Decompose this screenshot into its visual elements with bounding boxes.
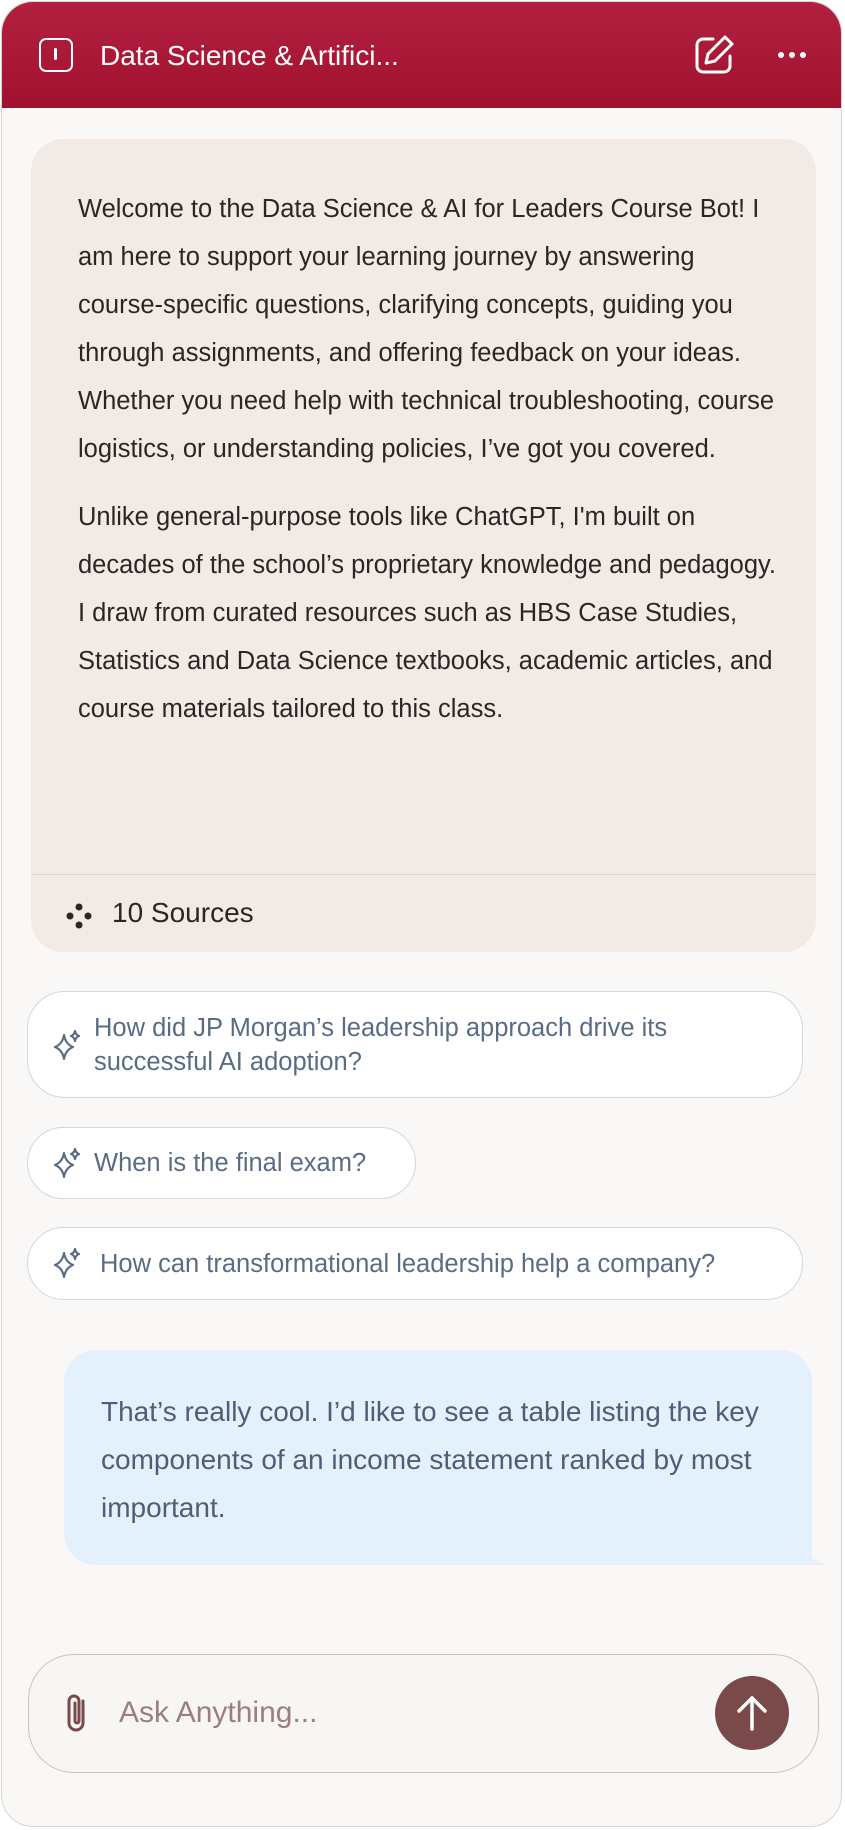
more-options-icon[interactable] [772,38,812,72]
sources-icon [66,903,92,929]
suggestion-chip[interactable]: When is the final exam? [27,1127,416,1199]
suggestion-chip[interactable]: How did JP Morgan’s leadership approach … [27,991,803,1098]
suggestion-text: How can transformational leadership help… [100,1250,716,1278]
bot-message-text: Welcome to the Data Science & AI for Lea… [78,185,778,733]
sparkle-icon [52,1147,82,1179]
composer [28,1654,819,1773]
user-message-text: That’s really cool. I’d like to see a ta… [101,1396,759,1523]
message-input[interactable] [117,1689,601,1737]
sources-label: 10 Sources [112,897,254,928]
suggestion-text: When is the final exam? [94,1149,367,1177]
chat-title: Data Science & Artifici... [100,40,399,71]
sources-button[interactable]: 10 Sources [31,874,816,952]
suggestion-text: How did JP Morgan’s leadership approach … [94,1014,668,1076]
user-message-tail [792,1529,828,1565]
bot-paragraph: Welcome to the Data Science & AI for Lea… [78,195,775,463]
user-message: That’s really cool. I’d like to see a ta… [64,1350,812,1565]
send-button[interactable] [715,1676,789,1750]
bot-message: Welcome to the Data Science & AI for Lea… [31,139,816,952]
sparkle-icon [52,1247,82,1279]
paperclip-icon[interactable] [61,1691,95,1735]
sparkle-icon [52,1029,82,1061]
bot-paragraph: Unlike general-purpose tools like ChatGP… [78,503,776,723]
sidebar-toggle-icon[interactable] [39,38,73,72]
new-chat-icon[interactable] [691,32,737,78]
suggestion-chip[interactable]: How can transformational leadership help… [27,1227,803,1300]
arrow-up-icon [737,1696,767,1731]
chat-window: Data Science & Artifici... Welcome to th… [1,1,842,1827]
app-header: Data Science & Artifici... [2,2,841,108]
